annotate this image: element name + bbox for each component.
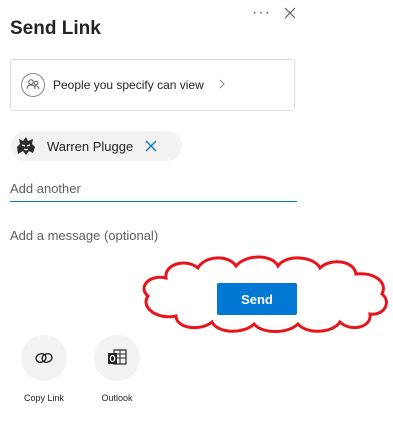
send-button[interactable]: Send [217,283,297,315]
avatar [13,133,39,159]
message-input[interactable] [10,222,297,248]
recipient-name: Warren Plugge [47,138,134,154]
people-icon [21,73,45,97]
outlook-label: Outlook [101,393,133,403]
outlook-option[interactable]: Outlook [87,335,147,403]
close-icon[interactable] [283,6,297,25]
recipient-chip[interactable]: Warren Plugge [11,131,182,161]
more-options-icon[interactable]: ··· [252,4,271,22]
chevron-right-icon [218,76,226,94]
outlook-icon [94,335,140,381]
permission-label: People you specify can view [53,78,204,92]
dialog-title: Send Link [10,18,101,39]
link-icon [21,335,67,381]
add-recipient-input[interactable] [10,175,297,202]
remove-recipient-icon[interactable] [145,140,157,152]
link-permission-setting[interactable]: People you specify can view [10,59,295,111]
copy-link-option[interactable]: Copy Link [14,335,74,403]
copy-link-label: Copy Link [23,393,65,403]
